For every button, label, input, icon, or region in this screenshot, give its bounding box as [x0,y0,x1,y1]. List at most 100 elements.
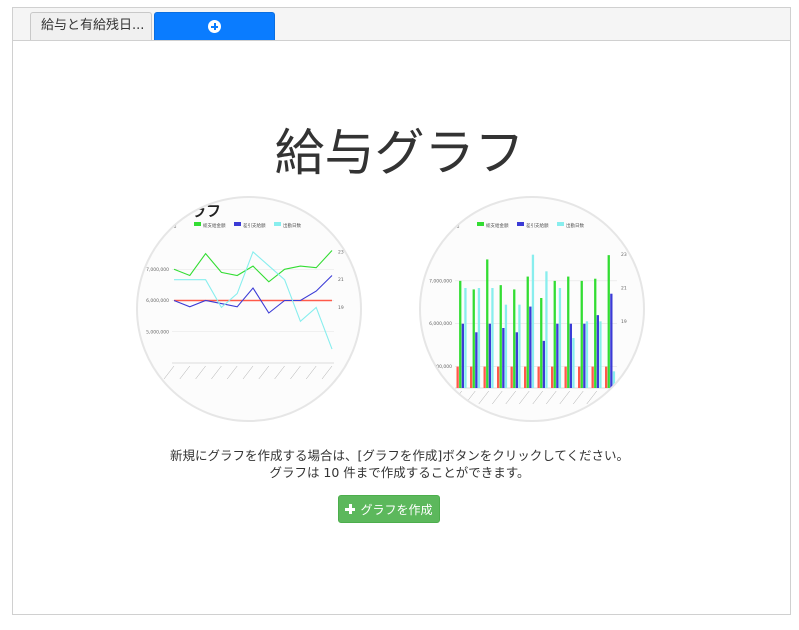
bar [502,328,505,388]
legend-swatch [557,222,564,226]
bar [531,254,535,388]
bar [607,255,610,388]
x-tick-label [519,390,530,405]
graph-panel: 給与と有給残日... [12,7,791,615]
bar [583,323,586,388]
legend-swatch [234,222,241,226]
x-tick-label [290,365,301,380]
x-tick-label [559,390,570,405]
y-tick-label: 6,000,000 [146,298,169,304]
plus-circle-icon [208,20,221,33]
y-tick-label: 7,000,000 [429,278,452,284]
bar [553,280,556,388]
tab-salary-graph[interactable]: 給与と有給残日... [30,12,152,40]
bar-chart-preview: 基本給 総支給金額 差引支給額 出勤日数 5,000,000 6,000,000 7,000… [419,196,645,422]
bar [470,366,473,388]
bar [580,280,583,388]
x-tick-label [505,390,516,405]
bar [515,332,518,388]
bar [558,288,562,388]
y2-tick-label: 21 [338,277,344,283]
bar [591,366,594,388]
x-tick-label [321,365,333,380]
bar [477,288,481,388]
bar [475,332,478,388]
bar [594,278,597,388]
tab-add-graph[interactable] [154,12,275,40]
bar [488,323,491,388]
x-tick-label [163,365,175,380]
x-tick-label [195,365,206,380]
legend-label: 差引支給額 [526,222,549,229]
bar [578,366,581,388]
bar [459,280,462,388]
y2-tick-label: 19 [338,305,344,311]
description-line-2: グラフは 10 件まで作成することができます。 [269,465,530,480]
bar [461,323,464,388]
x-tick-label [258,365,269,380]
bar [537,366,540,388]
bar [491,288,494,388]
x-tick-label [492,390,503,405]
y-tick-label: 6,000,000 [429,321,452,327]
bar [599,321,602,388]
x-tick-label [546,390,557,405]
bar [504,304,508,388]
bar [510,366,513,388]
bar [526,276,529,388]
bar [556,323,559,388]
legend-label: 差引支給額 [243,222,266,229]
x-tick-label [573,390,584,405]
y2-tick-label: 21 [621,286,627,292]
create-graph-button[interactable]: グラフを作成 [338,495,440,523]
bar [564,366,567,388]
y2-tick-label: 23 [338,249,344,255]
bar [596,315,599,388]
bar [472,289,475,388]
y2-tick-label: 19 [621,319,627,325]
series-line [173,275,333,314]
legend-swatch [274,222,281,226]
y-tick-label: 7,000,000 [146,267,169,273]
description-line-1: 新規にグラフを作成する場合は、[グラフを作成]ボタンをクリックしてください。 [169,448,629,463]
legend-label: 出勤日数 [283,222,301,229]
bar [464,288,467,388]
bar [551,366,554,388]
x-tick-label [532,390,543,405]
bar [486,259,489,388]
legend-label: 出勤日数 [566,222,584,229]
bar [567,276,570,388]
x-tick-label [478,390,489,405]
bar [545,271,548,388]
bar [612,371,616,388]
x-tick-label [242,365,254,380]
x-tick-label [227,365,238,380]
bar [483,366,486,388]
bar [524,366,527,388]
page-title: 給与グラフ [274,124,525,182]
bar [605,366,608,388]
create-graph-button-label: グラフを作成 [360,502,433,517]
x-tick-label [274,365,285,380]
bar [540,298,543,388]
line-chart: グラフ基本給 総支給金額 差引支給額 出勤日数5,000,0006,000,0007,… [146,202,344,380]
legend-swatch [477,222,484,226]
description: 新規にグラフを作成する場合は、[グラフを作成]ボタンをクリックしてください。 グ… [0,447,799,481]
legend-label: 総支給金額 [486,222,509,229]
legend-label: 総支給金額 [203,222,226,229]
bar [456,366,459,388]
bar [542,340,545,388]
line-chart-preview: グラフ 基本給 総支給金額 差引支給額 出勤日数 5,000,000 6,000,000 7,… [136,196,362,422]
bar [572,338,575,388]
bar-chart: 基本給 総支給金額 差引支給額 出勤日数5,000,0006,000,0007,000… [429,222,627,405]
x-tick-label [586,390,597,405]
bar [610,293,613,388]
tab-bar: 給与と有給残日... [13,8,790,41]
x-tick-label [211,365,222,380]
bar [569,323,572,388]
bar [497,366,500,388]
y-tick-label: 5,000,000 [146,329,169,335]
bar [585,321,589,388]
bar [513,289,516,388]
bar [499,285,502,388]
